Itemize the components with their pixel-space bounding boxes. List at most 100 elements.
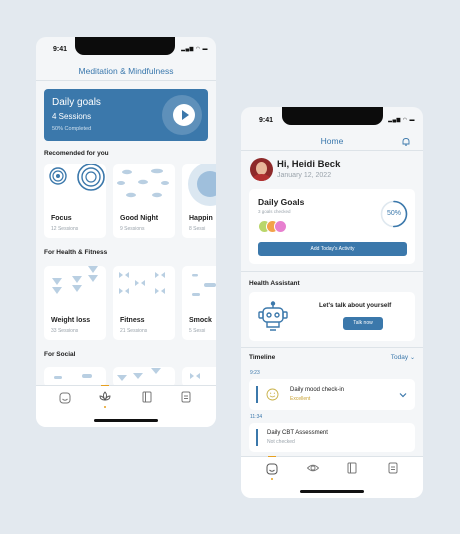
entry-status: Excellent xyxy=(290,396,311,402)
divider xyxy=(36,385,216,386)
card-smoking[interactable]: Smock 5 Sessi xyxy=(182,266,216,340)
dumbbells-illustration xyxy=(190,373,200,379)
divider xyxy=(241,347,423,348)
talk-now-button[interactable]: Talk now xyxy=(343,317,383,330)
card-title: Good Night xyxy=(120,215,159,222)
divider xyxy=(241,271,423,272)
card-focus[interactable]: Focus 12 Sessions xyxy=(44,164,106,238)
card-sessions: 8 Sessi xyxy=(189,226,206,232)
status-bar: 9:41 ▂▄▆ ◠ ▬ xyxy=(36,37,216,61)
play-button[interactable] xyxy=(173,104,195,126)
card-weight-loss[interactable]: Weight loss 33 Sessions xyxy=(44,266,106,340)
goal-avatar xyxy=(274,220,287,233)
page-title: Home xyxy=(320,136,344,146)
card-title: Happin xyxy=(189,215,213,222)
banner-progress: 50% Completed xyxy=(52,126,92,132)
entry-title: Daily CBT Assessment xyxy=(267,430,328,436)
clipboard-icon[interactable] xyxy=(386,461,400,475)
chevron-down-icon[interactable] xyxy=(399,392,407,398)
status-time: 9:41 xyxy=(53,46,68,53)
home-indicator xyxy=(300,490,364,493)
card-good-night[interactable]: Good Night 9 Sessions xyxy=(113,164,175,238)
bubbles-illustration xyxy=(54,374,92,379)
daily-goals-title: Daily Goals xyxy=(258,197,305,207)
system-icons: ▂▄▆ ◠ ▬ xyxy=(388,117,415,123)
clouds-illustration xyxy=(117,168,169,198)
notch xyxy=(282,107,383,125)
timeline-entry[interactable]: Daily mood check-in Excellent xyxy=(249,379,415,410)
current-date: January 12, 2022 xyxy=(277,172,332,179)
page-title: Meditation & Mindfulness xyxy=(78,66,174,76)
active-tab-dot xyxy=(104,406,106,408)
daily-goals-banner[interactable]: Daily goals 4 Sessions 50% Completed xyxy=(44,89,208,141)
home-indicator xyxy=(94,419,158,422)
active-tab-indicator xyxy=(101,385,109,386)
entry-status: Not checked xyxy=(267,439,295,445)
active-tab-dot xyxy=(271,478,273,480)
dumbbells-illustration xyxy=(119,272,165,294)
bell-icon[interactable] xyxy=(401,137,411,147)
robot-icon xyxy=(258,301,288,331)
system-icons: ▂▄▆ ◠ ▬ xyxy=(181,46,208,52)
lotus-icon[interactable] xyxy=(98,390,112,404)
social-heading: For Social xyxy=(44,351,76,358)
card-fitness[interactable]: Fitness 21 Sessions xyxy=(113,266,175,340)
eye-icon[interactable] xyxy=(306,461,320,475)
progress-percent: 50% xyxy=(386,210,401,217)
health-fitness-heading: For Health & Fitness xyxy=(44,249,108,256)
divider xyxy=(241,150,423,151)
entry-marker xyxy=(256,386,258,403)
home-screen: 9:41 ▂▄▆ ◠ ▬ Home Hi, Heidi Beck January… xyxy=(241,107,423,498)
smile-icon xyxy=(266,388,279,401)
pills-illustration xyxy=(192,274,216,296)
card-sessions: 33 Sessions xyxy=(51,328,79,334)
divider xyxy=(36,80,216,81)
timeline-time: 11:34 xyxy=(250,414,263,420)
notch xyxy=(75,37,175,55)
chevron-down-icon: ⌄ xyxy=(409,355,415,361)
goal-avatars xyxy=(258,220,292,233)
card-title: Fitness xyxy=(120,317,145,324)
card-social-3[interactable] xyxy=(182,367,216,387)
meditation-screen: 9:41 ▂▄▆ ◠ ▬ Meditation & Mindfulness Da… xyxy=(36,37,216,427)
status-bar: 9:41 ▂▄▆ ◠ ▬ xyxy=(241,107,423,131)
card-happiness[interactable]: Happin 8 Sessi xyxy=(182,164,216,238)
timeline-filter[interactable]: Today ⌄ xyxy=(391,354,415,361)
add-activity-button[interactable]: Add Today's Activity xyxy=(258,242,407,256)
book-icon[interactable] xyxy=(140,390,154,404)
tab-bar xyxy=(36,385,216,427)
focus-illustration xyxy=(49,164,105,191)
health-assistant-heading: Health Assistant xyxy=(249,280,300,287)
book-icon[interactable] xyxy=(345,461,359,475)
status-time: 9:41 xyxy=(259,117,274,124)
arrows-illustration xyxy=(52,266,98,294)
card-title: Weight loss xyxy=(51,317,91,324)
entry-marker xyxy=(256,429,258,446)
home-icon[interactable] xyxy=(265,462,279,476)
arrows-illustration xyxy=(117,368,161,381)
timeline-entry[interactable]: Daily CBT Assessment Not checked xyxy=(249,423,415,452)
timeline-time: 9:23 xyxy=(250,370,260,376)
card-social-2[interactable] xyxy=(113,367,175,387)
active-tab-indicator xyxy=(268,456,276,457)
card-title: Smock xyxy=(189,317,212,324)
daily-goals-subtitle: 3 goals checked xyxy=(258,209,291,214)
banner-sessions: 4 Sessions xyxy=(52,112,92,121)
banner-title: Daily goals xyxy=(52,97,101,108)
entry-title: Daily mood check-in xyxy=(290,387,345,393)
play-icon xyxy=(182,110,189,120)
timeline-filter-label: Today xyxy=(390,354,409,361)
recommended-heading: Recomended for you xyxy=(44,150,109,157)
card-sessions: 12 Sessions xyxy=(51,226,79,232)
assistant-prompt: Let's talk about yourself xyxy=(319,302,392,309)
card-title: Focus xyxy=(51,215,72,222)
card-sessions: 9 Sessions xyxy=(120,226,145,232)
timeline-heading: Timeline xyxy=(249,354,276,361)
home-icon[interactable] xyxy=(58,391,72,405)
tab-bar xyxy=(241,456,423,498)
avatar[interactable] xyxy=(250,158,273,181)
sun-illustration xyxy=(188,164,216,206)
clipboard-icon[interactable] xyxy=(179,390,193,404)
card-social-1[interactable] xyxy=(44,367,106,387)
card-sessions: 5 Sessi xyxy=(189,328,206,334)
